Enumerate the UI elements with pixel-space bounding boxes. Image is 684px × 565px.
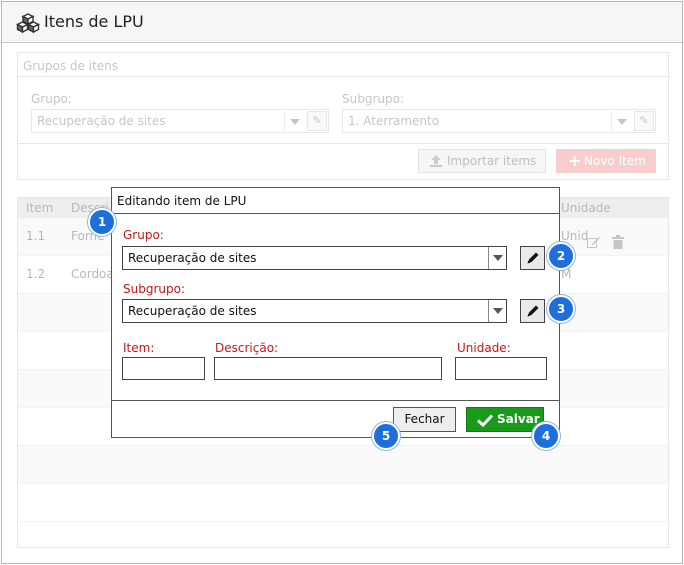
callout-badge-5: 5 xyxy=(372,422,400,450)
grupo-select[interactable]: Recuperação de sites ✎ xyxy=(31,109,329,133)
dialog-footer-divider xyxy=(112,400,559,401)
app-window: Itens de LPU Grupos de itens Grupo: Recu… xyxy=(1,1,683,564)
chevron-down-icon[interactable] xyxy=(284,111,304,131)
grupo-select-value: Recuperação de sites xyxy=(37,114,166,128)
pencil-icon[interactable]: ✎ xyxy=(634,111,654,131)
callout-badge-2: 2 xyxy=(547,242,575,270)
descricao-label: Descrição: xyxy=(215,341,279,355)
column-header-unidade[interactable]: Unidade xyxy=(561,201,611,215)
check-icon xyxy=(477,414,493,427)
save-label: Salvar xyxy=(497,412,540,426)
upload-icon xyxy=(430,155,442,167)
new-item-button[interactable]: + Novo Item xyxy=(556,149,656,173)
item-label: Item: xyxy=(123,341,155,355)
edit-grupo-button[interactable] xyxy=(520,246,545,270)
cell-item: 1.1 xyxy=(26,229,46,243)
groups-panel: Grupos de itens Grupo: Recuperação de si… xyxy=(17,52,669,180)
cell-item: 1.2 xyxy=(26,267,46,281)
import-items-button[interactable]: Importar items xyxy=(418,149,546,173)
chevron-down-icon[interactable] xyxy=(488,300,506,322)
chevron-down-icon[interactable] xyxy=(488,247,506,269)
unidade-label: Unidade: xyxy=(457,341,511,355)
cell-unidade: Unid xyxy=(561,229,589,243)
callout-badge-4: 4 xyxy=(532,422,560,450)
subgrupo-select-value: 1. Aterramento xyxy=(348,114,440,128)
edit-item-dialog: Editando item de LPU Grupo: Recuperação … xyxy=(111,187,560,438)
plus-icon: + xyxy=(568,151,582,170)
groups-panel-title: Grupos de itens xyxy=(23,59,118,73)
trash-icon[interactable] xyxy=(612,235,624,249)
pencil-icon[interactable]: ✎ xyxy=(307,111,327,131)
subgrupo-label: Subgrupo: xyxy=(342,92,404,106)
chevron-down-icon[interactable] xyxy=(611,111,631,131)
item-input[interactable] xyxy=(122,357,205,380)
save-button[interactable]: Salvar xyxy=(466,407,544,432)
pencil-icon xyxy=(527,252,539,264)
grupo-label: Grupo: xyxy=(123,228,164,242)
divider xyxy=(18,143,668,144)
close-button[interactable]: Fechar xyxy=(393,407,456,432)
import-items-label: Importar items xyxy=(447,154,537,168)
descricao-input[interactable] xyxy=(214,357,442,380)
groups-panel-header: Grupos de itens xyxy=(18,53,668,77)
grupo-label: Grupo: xyxy=(31,92,72,106)
subgrupo-label: Subgrupo: xyxy=(123,282,185,296)
grupo-select-value: Recuperação de sites xyxy=(128,251,257,265)
dialog-title: Editando item de LPU xyxy=(117,194,247,208)
table-row-empty xyxy=(18,446,668,484)
dialog-header: Editando item de LPU xyxy=(112,188,559,214)
table-row-empty xyxy=(18,484,668,522)
cell-descricao: Cordoa xyxy=(71,267,114,281)
edit-icon[interactable] xyxy=(587,236,601,248)
callout-badge-1: 1 xyxy=(88,208,116,236)
subgrupo-select[interactable]: 1. Aterramento ✎ xyxy=(342,109,656,133)
column-header-item[interactable]: Item xyxy=(26,201,53,215)
new-item-label: Novo Item xyxy=(584,154,646,168)
grupo-select[interactable]: Recuperação de sites xyxy=(122,246,507,270)
unidade-input[interactable] xyxy=(455,357,547,380)
edit-subgrupo-button[interactable] xyxy=(520,299,545,323)
callout-badge-3: 3 xyxy=(547,295,575,323)
pencil-icon xyxy=(527,305,539,317)
subgrupo-select[interactable]: Recuperação de sites xyxy=(122,299,507,323)
subgrupo-select-value: Recuperação de sites xyxy=(128,304,257,318)
